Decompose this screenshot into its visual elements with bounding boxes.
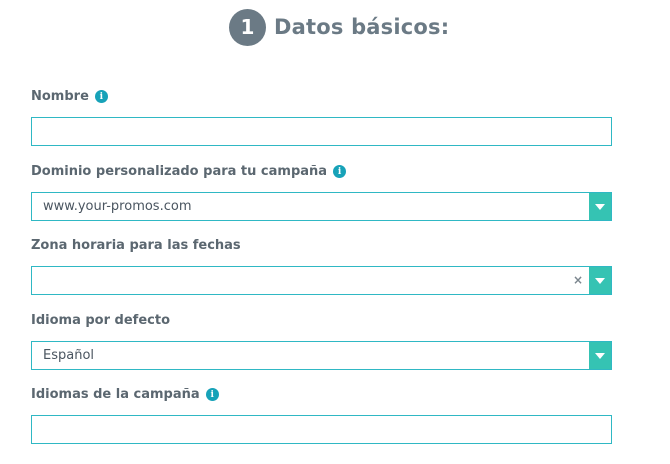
domain-label-row: Dominio personalizado para tu campaña i — [31, 164, 347, 179]
caret-down-icon — [595, 352, 605, 359]
name-label: Nombre — [31, 89, 89, 104]
domain-label: Dominio personalizado para tu campaña — [31, 164, 328, 179]
section-title: Datos básicos: — [274, 15, 450, 39]
step-number-badge: 1 — [229, 8, 266, 46]
timezone-label-row: Zona horaria para las fechas — [31, 238, 241, 253]
name-label-row: Nombre i — [31, 89, 108, 104]
info-icon[interactable]: i — [205, 388, 219, 401]
info-icon[interactable]: i — [94, 90, 108, 103]
caret-down-icon — [595, 203, 605, 210]
languages-input[interactable] — [31, 415, 612, 444]
language-select[interactable]: Español — [31, 341, 612, 370]
timezone-label: Zona horaria para las fechas — [31, 238, 241, 253]
domain-select[interactable]: www.your-promos.com — [31, 192, 612, 221]
language-label: Idioma por defecto — [31, 313, 170, 328]
languages-label: Idiomas de la campaña — [31, 387, 200, 402]
clear-icon[interactable]: × — [573, 267, 583, 294]
name-input[interactable] — [31, 117, 612, 146]
language-dropdown-button[interactable] — [589, 342, 611, 369]
caret-down-icon — [595, 277, 605, 284]
info-icon[interactable]: i — [333, 165, 347, 178]
domain-select-value: www.your-promos.com — [43, 199, 192, 214]
section-header: 1 Datos básicos: — [229, 8, 449, 46]
timezone-select[interactable]: × — [31, 266, 612, 295]
language-label-row: Idioma por defecto — [31, 313, 170, 328]
timezone-dropdown-button[interactable] — [589, 267, 611, 294]
language-select-value: Español — [43, 348, 95, 363]
domain-dropdown-button[interactable] — [589, 193, 611, 220]
languages-label-row: Idiomas de la campaña i — [31, 387, 219, 402]
